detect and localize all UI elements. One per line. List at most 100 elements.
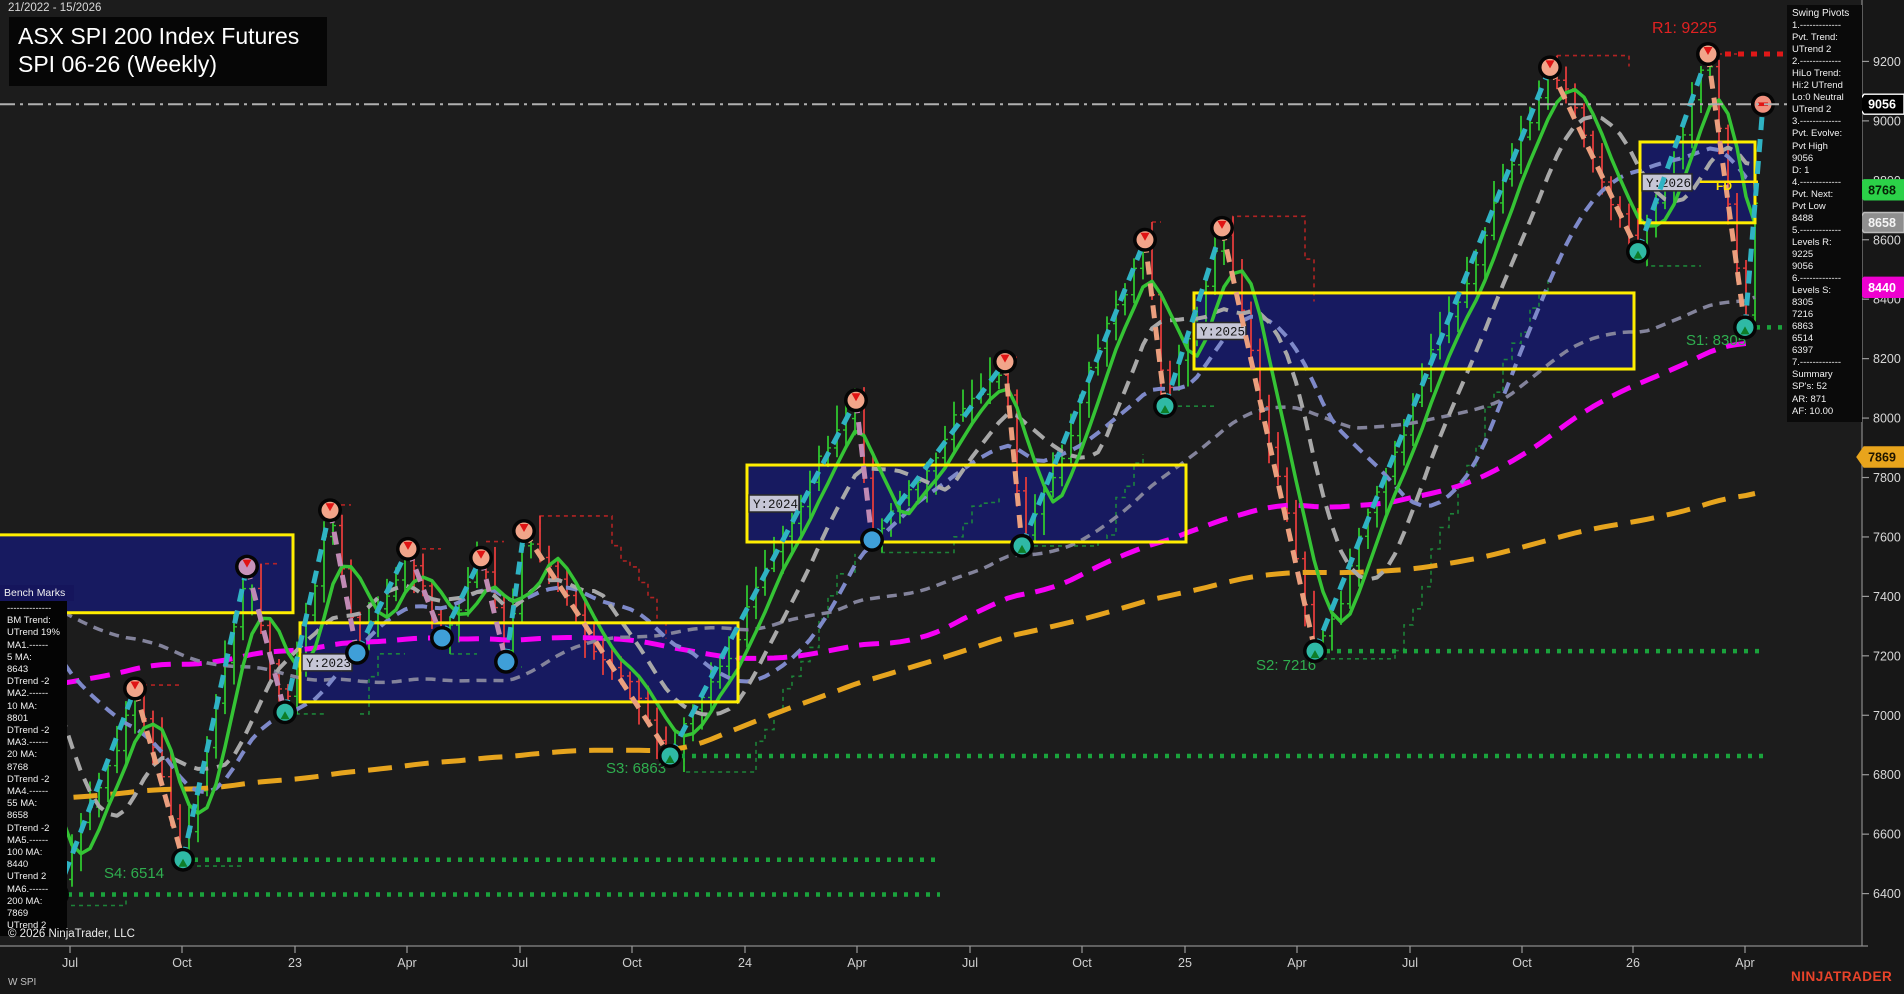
swing-high-marker[interactable] [1210,215,1234,240]
panel-line: Pvt High [1792,140,1828,152]
price-tick-label: 9000 [1873,114,1901,128]
panel-line: 8440 [7,859,29,871]
swing-low-marker[interactable] [860,527,884,552]
swing-low-marker[interactable] [1626,239,1650,264]
panel-line: 5.------------- [1792,224,1842,236]
year-label: Y:2024 [753,498,798,512]
panel-line: 9225 [1792,248,1814,260]
time-tick-label: Apr [1735,956,1754,970]
swing-low-marker[interactable] [1733,315,1757,340]
panel-line: 100 MA: [7,847,43,859]
swing-low-marker[interactable] [1303,639,1327,664]
panel-line: MA6.------ [7,883,49,895]
panel-line: UTrend 2 [1792,104,1832,116]
swing-high-marker[interactable] [993,349,1017,374]
swing-low-marker[interactable] [1153,394,1177,419]
time-tick-label: Oct [622,956,642,970]
panel-line: Levels S: [1792,285,1832,297]
swing-high-marker[interactable] [123,676,147,701]
panel-line: Pvt. Evolve: [1792,128,1843,140]
price-tick-label: 9200 [1873,55,1901,69]
panel-line: HiLo Trend: [1792,68,1842,80]
swing-high-marker[interactable] [318,498,342,523]
price-badge-value: 7869 [1868,451,1896,465]
time-tick-label: Apr [397,956,416,970]
panel-line: Hi:2 UTrend [1792,80,1843,92]
panel-line: SP's: 52 [1792,381,1828,393]
panel-line: Lo:0 Neutral [1792,92,1844,104]
swing-high-marker[interactable] [844,388,868,413]
panel-line: 5 MA: [7,651,32,663]
panel-line: MA5.------ [7,834,49,846]
price-axis-strip[interactable] [1862,0,1904,994]
panel-line: 7.------------- [1792,357,1842,369]
support-level-label: S3: 6863 [606,760,666,777]
time-tick-label: Oct [172,956,192,970]
copyright-notice: © 2026 NinjaTrader, LLC [8,928,135,940]
price-tick-label: 7200 [1873,649,1901,663]
swing-high-marker[interactable] [396,536,420,561]
panel-line: 4.------------- [1792,176,1842,188]
swing-low-marker[interactable] [345,640,369,665]
swing-high-marker[interactable] [1696,42,1720,66]
visible-date-range: 21/2022 - 15/2026 [8,2,102,14]
swing-low-marker[interactable] [430,625,454,650]
panel-line: MA2.------ [7,688,49,700]
bench-marks-title: Bench Marks [0,585,74,601]
panel-line: AR: 871 [1792,393,1827,405]
price-tick-label: 7600 [1873,530,1901,544]
panel-line: MA3.------ [7,737,49,749]
swing-low-marker[interactable] [171,847,195,872]
panel-line: 55 MA: [7,798,38,810]
swing-low-marker[interactable] [658,743,682,768]
swing-low-marker[interactable] [1010,533,1034,558]
price-chart-surface[interactable]: Y:2023Y:2024Y:2025Y:2026S1: 8305S2: 7216… [0,0,1904,994]
panel-line: DTrend -2 [7,773,50,785]
panel-line: 8801 [7,712,29,724]
bench-marks-list: -------------- BM Trend: UTrend 19% MA1.---… [0,601,67,937]
swing-pivots-panel: Swing Pivots 1.------------- Pvt. Trend: U… [1787,5,1862,422]
time-tick-label: Oct [1512,956,1532,970]
panel-line: MA4.------ [7,786,49,798]
ninjatrader-logo: NINJATRADER [1791,969,1893,984]
instrument-title: ASX SPI 200 Index Futures [18,23,300,49]
bench-marks-panel: Bench Marks -------------- BM Trend: UTren… [0,585,76,937]
year-range-box [747,465,1186,543]
time-tick-label: Apr [847,956,866,970]
price-tick-label: 7000 [1873,709,1901,723]
panel-line: Pvt. Trend: [1792,32,1838,44]
swing-high-marker[interactable] [1538,55,1562,80]
time-tick-label: Jul [1402,956,1418,970]
panel-line: -------------- [7,603,52,614]
swing-high-marker[interactable] [235,554,259,579]
panel-line: 9056 [1792,152,1814,164]
panel-line: MA1.------ [7,639,49,651]
time-axis-strip[interactable] [0,946,1904,994]
price-tick-label: 7800 [1873,471,1901,485]
panel-line: 8643 [7,664,29,676]
ninjatrader-chart-window: Y:2023 Y:2024 Y:2025 Y:2026 S1: 8305 S2: 7216… [0,0,1904,994]
time-tick-label: Jul [512,956,528,970]
panel-line: D: 1 [1792,164,1810,176]
price-badge-value: 8768 [1868,183,1896,197]
panel-line: DTrend -2 [7,725,50,737]
price-tick-label: 8200 [1873,352,1901,366]
swing-pivots-title: Swing Pivots [1792,8,1850,19]
panel-line: Pvt Low [1792,200,1826,212]
swing-low-marker[interactable] [494,649,518,674]
panel-line: 6863 [1792,321,1814,333]
panel-line: Levels R: [1792,236,1832,248]
panel-line: UTrend 19% [7,627,60,639]
panel-line: 6.------------- [1792,273,1842,285]
swing-high-marker[interactable] [469,545,493,570]
swing-low-marker[interactable] [273,700,297,725]
instrument-tab-label[interactable]: W SPI [8,977,36,988]
swing-high-marker[interactable] [512,519,536,544]
year-label: Y:2026 [1646,177,1691,191]
panel-line: 200 MA: [7,895,43,907]
price-tick-label: 6400 [1873,887,1901,901]
swing-high-marker[interactable] [1133,227,1157,252]
price-tick-label: 8000 [1873,412,1901,426]
panel-line: 9056 [1792,260,1814,272]
panel-line: BM Trend: [7,615,51,627]
